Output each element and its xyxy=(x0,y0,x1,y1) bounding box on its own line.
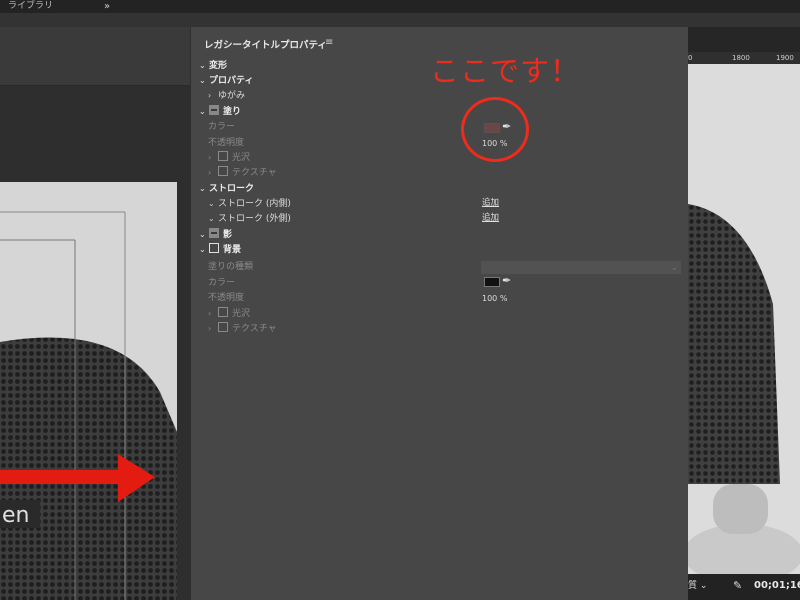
chevron-right-icon: › xyxy=(208,153,212,162)
ruler-label-1800: 1800 xyxy=(732,54,750,62)
panel-menu-icon[interactable]: ≡ xyxy=(325,37,333,48)
add-inner-stroke-link[interactable]: 追加 xyxy=(482,196,499,210)
stroke-outer-row[interactable]: ⌄ ストローク (外側) xyxy=(208,212,291,226)
chevron-right-icon: › xyxy=(208,324,212,333)
fill-sheen-row[interactable]: › 光沢 xyxy=(208,151,250,165)
section-background[interactable]: ⌄ 背景 xyxy=(199,243,241,257)
annotation-text: ここです！ xyxy=(430,54,581,88)
section-transform[interactable]: ⌄ 変形 xyxy=(199,59,227,73)
shadow-checkbox[interactable] xyxy=(209,228,219,238)
playback-resolution-select[interactable]: 質 ⌄ xyxy=(688,578,723,594)
chevron-down-icon: ⌄ xyxy=(671,263,678,272)
title-editor-canvas[interactable]: en xyxy=(0,182,177,600)
panel-tab-strip xyxy=(0,13,800,27)
background-color-swatch[interactable] xyxy=(484,277,500,287)
canvas-image: en xyxy=(0,182,177,600)
chevron-down-icon: ⌄ xyxy=(208,199,215,208)
chevron-down-icon: ⌄ xyxy=(199,76,206,85)
program-monitor-status-bar: 質 ⌄ ✎ 00;01;16 xyxy=(688,574,800,600)
section-shadow[interactable]: ⌄ 影 xyxy=(199,228,232,242)
chevron-down-icon: ⌄ xyxy=(208,214,215,223)
more-panels-icon[interactable]: » xyxy=(98,0,116,13)
bg-texture-checkbox[interactable] xyxy=(218,322,228,332)
library-tab[interactable]: ライブラリ xyxy=(0,0,61,13)
section-stroke[interactable]: ⌄ ストローク xyxy=(199,182,254,196)
bg-opacity-value[interactable]: 100 % xyxy=(482,292,507,306)
chevron-down-icon: ⌄ xyxy=(199,107,206,116)
title-editor-toolbar xyxy=(0,27,190,86)
arrow-shaft xyxy=(0,470,120,484)
fill-color-label: カラー xyxy=(208,122,236,132)
chevron-down-icon: ⌄ xyxy=(199,184,206,193)
top-bar xyxy=(0,0,800,14)
chevron-right-icon: › xyxy=(208,168,212,177)
program-monitor-image xyxy=(688,64,800,574)
bg-sheen-row[interactable]: › 光沢 xyxy=(208,307,250,321)
bg-texture-row[interactable]: › テクスチャ xyxy=(208,322,277,336)
section-properties[interactable]: ⌄ プロパティ xyxy=(199,74,253,88)
chevron-down-icon: ⌄ xyxy=(199,230,206,239)
legacy-title-properties-panel xyxy=(191,27,688,600)
texture-checkbox[interactable] xyxy=(218,166,228,176)
chevron-right-icon: › xyxy=(208,91,212,100)
annotation-circle xyxy=(461,97,529,162)
bg-fill-type-label: 塗りの種類 xyxy=(208,262,254,272)
section-fill[interactable]: ⌄ 塗り xyxy=(199,105,241,119)
eyedropper-icon[interactable]: ✒ xyxy=(502,274,511,287)
panel-title: レガシータイトルプロパティ xyxy=(204,40,327,51)
sheen-checkbox[interactable] xyxy=(218,151,228,161)
add-outer-stroke-link[interactable]: 追加 xyxy=(482,211,499,225)
section-distort[interactable]: › ゆがみ xyxy=(208,89,245,103)
bg-color-label: カラー xyxy=(208,278,236,288)
stroke-inner-row[interactable]: ⌄ ストローク (内側) xyxy=(208,197,291,211)
fill-texture-row[interactable]: › テクスチャ xyxy=(208,166,277,180)
bag-label-text: en xyxy=(2,503,29,528)
fill-type-dropdown[interactable] xyxy=(481,261,681,274)
fill-checkbox[interactable] xyxy=(209,105,219,115)
timecode: 00;01;16 xyxy=(754,580,800,591)
chevron-right-icon: › xyxy=(208,309,212,318)
fill-opacity-label: 不透明度 xyxy=(208,138,245,148)
chevron-down-icon: ⌄ xyxy=(199,61,206,70)
chevron-down-icon: ⌄ xyxy=(199,245,206,254)
ruler-label-1900: 1900 xyxy=(776,54,794,62)
wrench-icon[interactable]: ✎ xyxy=(733,578,742,594)
bg-sheen-checkbox[interactable] xyxy=(218,307,228,317)
background-checkbox[interactable] xyxy=(209,243,219,253)
bg-opacity-label: 不透明度 xyxy=(208,293,245,303)
